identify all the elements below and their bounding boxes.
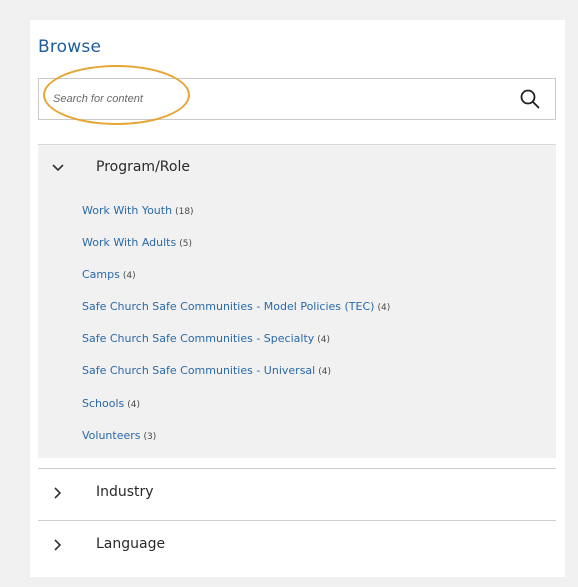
facet-item-label: Camps (82, 268, 120, 281)
browse-panel: Browse Program/Role Work With Youth(18) … (30, 20, 565, 577)
search-input[interactable] (53, 89, 453, 109)
facet-item-count: (4) (127, 400, 140, 410)
facet-item-label: Safe Church Safe Communities - Specialty (82, 332, 315, 345)
facet-item-schools[interactable]: Schools (4) (82, 397, 140, 410)
facet-item-work-with-adults[interactable]: Work With Adults (5) (82, 236, 192, 249)
browse-title: Browse (38, 37, 102, 57)
facet-item-work-with-youth[interactable]: Work With Youth (18) (82, 204, 194, 217)
facet-item-count: (4) (122, 271, 136, 281)
facet-item-label: Safe Church Safe Communities - Universal (82, 364, 316, 377)
facet-item-label: Schools (82, 397, 125, 410)
facet-item-camps[interactable]: Camps (4) (82, 268, 136, 281)
facet-title-industry: Industry (96, 484, 154, 500)
facet-header-industry[interactable]: Industry (38, 468, 556, 520)
facet-item-label: Volunteers (82, 429, 141, 442)
facet-item-count: (3) (143, 432, 157, 442)
facet-title-language: Language (96, 536, 166, 552)
facet-item-volunteers[interactable]: Volunteers (3) (82, 429, 156, 442)
facet-title-program-role: Program/Role (96, 159, 190, 175)
facet-item-label: Work With Youth (82, 204, 173, 217)
search-icon[interactable] (519, 88, 541, 110)
facet-program-role: Program/Role Work With Youth (18) Work Wi… (38, 144, 556, 458)
facet-item-label: Work With Adults (82, 236, 177, 249)
facet-item-count: (4) (377, 303, 391, 313)
facet-item-label: Safe Church Safe Communities - Model Pol… (82, 300, 375, 313)
search-box (38, 78, 556, 120)
facet-item-safe-church-universal[interactable]: Safe Church Safe Communities - Universal… (82, 364, 331, 377)
facet-item-count: (5) (179, 239, 192, 249)
chevron-down-icon (52, 164, 64, 172)
facet-item-count: (4) (318, 367, 331, 377)
facet-header-language[interactable]: Language (38, 520, 556, 572)
chevron-right-icon (54, 539, 62, 551)
facet-item-count: (18) (175, 207, 194, 217)
facet-item-safe-church-model-policies[interactable]: Safe Church Safe Communities - Model Pol… (82, 300, 390, 313)
facet-item-safe-church-specialty[interactable]: Safe Church Safe Communities - Specialty… (82, 332, 330, 345)
facet-header-program-role[interactable]: Program/Role (38, 145, 556, 191)
facet-item-count: (4) (317, 335, 331, 345)
chevron-right-icon (54, 487, 62, 499)
